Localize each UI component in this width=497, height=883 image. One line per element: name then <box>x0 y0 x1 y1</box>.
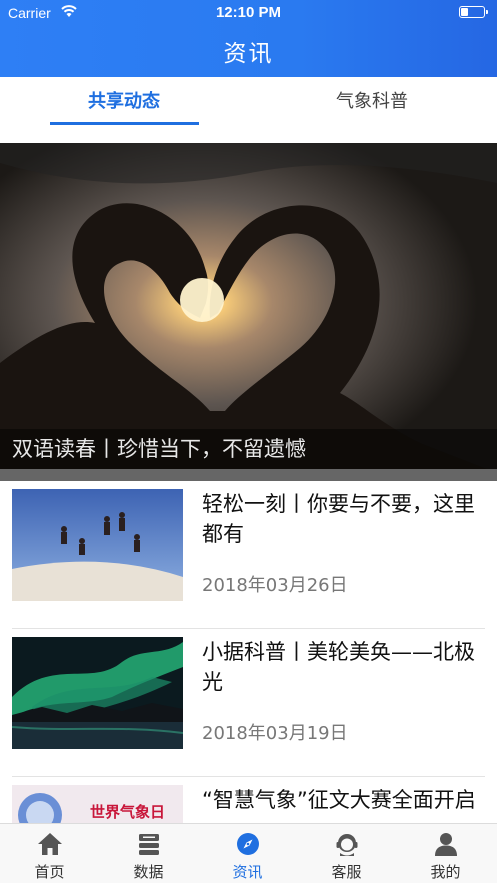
tabbar-profile[interactable]: 我的 <box>396 824 495 883</box>
tabbar-label: 资讯 <box>232 863 263 881</box>
news-thumbnail-meteorology-day: 世界气象日 <box>12 785 183 823</box>
tab-shared-news[interactable]: 共享动态 <box>49 77 199 127</box>
news-date: 2018年03月26日 <box>202 575 348 596</box>
battery-level <box>461 8 468 16</box>
tabbar-label: 数据 <box>133 863 164 881</box>
tabbar-data[interactable]: 数据 <box>99 824 198 883</box>
news-title: “智慧气象”征文大赛全面开启 <box>202 788 476 812</box>
tab-weather-science[interactable]: 气象科普 <box>297 77 447 127</box>
battery-icon <box>459 6 488 18</box>
banner-divider <box>0 469 497 481</box>
tabbar-customer-service[interactable]: 客服 <box>297 824 396 883</box>
compass-icon <box>237 833 259 855</box>
banner-carousel[interactable]: 双语读春丨珍惜当下，不留遗憾 <box>0 143 497 481</box>
tabbar-label: 我的 <box>430 863 461 881</box>
news-list: 轻松一刻丨你要与不要，这里都有 2018年03月26日 小据科普丨美轮美奂——北… <box>0 481 497 823</box>
bottom-tab-bar: 首页 数据 资讯 客服 我的 <box>0 823 497 883</box>
status-bar: Carrier 12:10 PM <box>0 0 497 26</box>
news-thumbnail-aurora <box>12 637 183 749</box>
customer-service-icon <box>336 834 358 856</box>
news-item[interactable]: 轻松一刻丨你要与不要，这里都有 2018年03月26日 <box>12 481 485 629</box>
news-title: 轻松一刻丨你要与不要，这里都有 <box>202 492 475 546</box>
meteorology-day-badge: 世界气象日 <box>90 803 165 821</box>
segment-tabs: 共享动态 气象科普 <box>0 77 497 143</box>
tabbar-news[interactable]: 资讯 <box>198 824 297 883</box>
app-header: Carrier 12:10 PM 资讯 <box>0 0 497 77</box>
status-time: 12:10 PM <box>215 4 282 21</box>
active-tab-indicator <box>50 122 199 125</box>
profile-icon <box>435 833 457 856</box>
news-thumbnail-jump <box>12 489 183 601</box>
banner-caption: 双语读春丨珍惜当下，不留遗憾 <box>0 429 497 469</box>
tabbar-home[interactable]: 首页 <box>0 824 99 883</box>
news-title: 小据科普丨美轮美奂——北极光 <box>202 640 475 694</box>
tabbar-label: 客服 <box>331 863 362 881</box>
data-icon <box>139 834 159 855</box>
home-icon <box>38 833 62 855</box>
page-title: 资讯 <box>223 41 274 67</box>
news-item[interactable]: 小据科普丨美轮美奂——北极光 2018年03月19日 <box>12 629 485 777</box>
tabbar-label: 首页 <box>34 863 65 881</box>
news-item[interactable]: 世界气象日 “智慧气象”征文大赛全面开启 <box>12 777 485 823</box>
news-date: 2018年03月19日 <box>202 723 348 744</box>
